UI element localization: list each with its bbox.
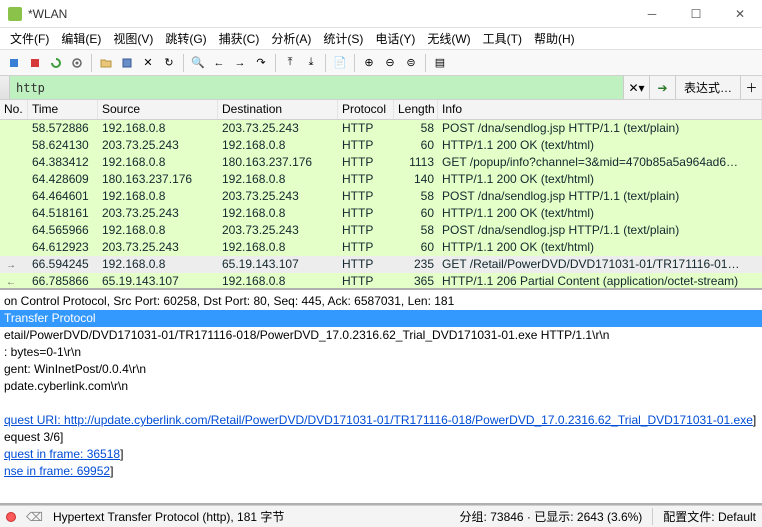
table-row[interactable]: 64.565966192.168.0.8203.73.25.243HTTP58P… (0, 222, 762, 239)
packet-details-pane[interactable]: on Control Protocol, Src Port: 60258, Ds… (0, 290, 762, 505)
menu-view[interactable]: 视图(V) (107, 28, 159, 49)
close-button[interactable]: ✕ (718, 0, 762, 28)
table-row[interactable]: →66.594245192.168.0.865.19.143.107HTTP23… (0, 256, 762, 273)
resize-columns-icon[interactable]: ▤ (430, 53, 450, 73)
status-field-info: Hypertext Transfer Protocol (http), 181 … (53, 508, 284, 525)
reload-icon[interactable]: ↻ (159, 53, 179, 73)
detail-line[interactable]: etail/PowerDVD/DVD171031-01/TR171116-018… (0, 327, 762, 344)
toolbar: ✕ ↻ 🔍 ← → ↷ ⤒ ⤓ 📄 ⊕ ⊖ ⊜ ▤ (0, 50, 762, 76)
col-header-source[interactable]: Source (98, 100, 218, 119)
col-header-length[interactable]: Length (394, 100, 438, 119)
packet-list-pane: No. Time Source Destination Protocol Len… (0, 100, 762, 290)
menu-telephony[interactable]: 电话(Y) (369, 28, 421, 49)
capture-options-icon[interactable] (67, 53, 87, 73)
col-header-info[interactable]: Info (438, 100, 762, 119)
zoom-in-icon[interactable]: ⊕ (359, 53, 379, 73)
detail-line[interactable]: on Control Protocol, Src Port: 60258, Ds… (0, 293, 762, 310)
table-row[interactable]: 58.572886192.168.0.8203.73.25.243HTTP58P… (0, 120, 762, 137)
status-profile[interactable]: 配置文件: Default (652, 508, 756, 525)
col-header-proto[interactable]: Protocol (338, 100, 394, 119)
detail-line[interactable]: pdate.cyberlink.com\r\n (0, 378, 762, 395)
table-row[interactable]: 64.518161203.73.25.243192.168.0.8HTTP60H… (0, 205, 762, 222)
detail-uri-label: quest URI: (4, 413, 64, 427)
table-row[interactable]: 58.624130203.73.25.243192.168.0.8HTTP60H… (0, 137, 762, 154)
menu-wireless[interactable]: 无线(W) (421, 28, 476, 49)
cancel-icon[interactable]: ⌫ (26, 510, 43, 524)
filter-bar: ✕▾ ➔ 表达式… ＋ (0, 76, 762, 100)
open-file-icon[interactable] (96, 53, 116, 73)
close-file-icon[interactable]: ✕ (138, 53, 158, 73)
table-row[interactable]: 64.464601192.168.0.8203.73.25.243HTTP58P… (0, 188, 762, 205)
start-capture-icon[interactable] (4, 53, 24, 73)
zoom-reset-icon[interactable]: ⊜ (401, 53, 421, 73)
menu-go[interactable]: 跳转(G) (159, 28, 212, 49)
packet-list-header: No. Time Source Destination Protocol Len… (0, 100, 762, 120)
menubar: 文件(F) 编辑(E) 视图(V) 跳转(G) 捕获(C) 分析(A) 统计(S… (0, 28, 762, 50)
detail-line[interactable]: equest 3/6] (0, 429, 762, 446)
table-row[interactable]: ←66.78586665.19.143.107192.168.0.8HTTP36… (0, 273, 762, 290)
minimize-button[interactable]: ─ (630, 0, 674, 28)
filter-clear-button[interactable]: ✕▾ (623, 76, 649, 99)
menu-edit[interactable]: 编辑(E) (55, 28, 107, 49)
maximize-button[interactable]: ☐ (674, 0, 718, 28)
menu-help[interactable]: 帮助(H) (528, 28, 581, 49)
detail-line-selected[interactable]: Transfer Protocol (0, 310, 762, 327)
table-row[interactable]: 64.428609180.163.237.176192.168.0.8HTTP1… (0, 171, 762, 188)
prev-packet-icon[interactable]: ← (209, 53, 229, 73)
statusbar: ⌫ Hypertext Transfer Protocol (http), 18… (0, 505, 762, 527)
col-header-dest[interactable]: Destination (218, 100, 338, 119)
detail-uri-link[interactable]: http://update.cyberlink.com/Retail/Power… (64, 413, 753, 427)
menu-tools[interactable]: 工具(T) (477, 28, 528, 49)
filter-handle-icon[interactable] (0, 76, 10, 99)
restart-capture-icon[interactable] (46, 53, 66, 73)
menu-file[interactable]: 文件(F) (4, 28, 55, 49)
packet-list-body[interactable]: 58.572886192.168.0.8203.73.25.243HTTP58P… (0, 120, 762, 290)
detail-line[interactable]: gent: WinInetPost/0.0.4\r\n (0, 361, 762, 378)
first-packet-icon[interactable]: ⤒ (280, 53, 300, 73)
status-packet-count: 分组: 73846 · 已显示: 2643 (3.6%) (460, 508, 643, 525)
menu-statistics[interactable]: 统计(S) (317, 28, 369, 49)
window-title: *WLAN (28, 7, 630, 21)
detail-request-frame[interactable]: quest in frame: 36518] (0, 446, 762, 463)
detail-line[interactable]: : bytes=0-1\r\n (0, 344, 762, 361)
expression-button[interactable]: 表达式… (675, 76, 740, 99)
detail-uri-line[interactable]: quest URI: http://update.cyberlink.com/R… (0, 412, 762, 429)
titlebar: *WLAN ─ ☐ ✕ (0, 0, 762, 28)
table-row[interactable]: 64.612923203.73.25.243192.168.0.8HTTP60H… (0, 239, 762, 256)
stop-capture-icon[interactable] (25, 53, 45, 73)
filter-apply-button[interactable]: ➔ (649, 76, 675, 99)
app-icon (8, 7, 22, 21)
zoom-out-icon[interactable]: ⊖ (380, 53, 400, 73)
display-filter-input[interactable] (10, 76, 623, 99)
last-packet-icon[interactable]: ⤓ (301, 53, 321, 73)
menu-analyze[interactable]: 分析(A) (265, 28, 317, 49)
expert-info-icon[interactable] (6, 512, 16, 522)
find-icon[interactable]: 🔍 (188, 53, 208, 73)
filter-add-button[interactable]: ＋ (740, 76, 762, 99)
col-header-time[interactable]: Time (28, 100, 98, 119)
auto-scroll-icon[interactable]: 📄 (330, 53, 350, 73)
next-packet-icon[interactable]: → (230, 53, 250, 73)
detail-blank (0, 395, 762, 412)
col-header-no[interactable]: No. (0, 100, 28, 119)
goto-packet-icon[interactable]: ↷ (251, 53, 271, 73)
menu-capture[interactable]: 捕获(C) (213, 28, 266, 49)
detail-response-frame[interactable]: nse in frame: 69952] (0, 463, 762, 480)
save-file-icon[interactable] (117, 53, 137, 73)
table-row[interactable]: 64.383412192.168.0.8180.163.237.176HTTP1… (0, 154, 762, 171)
